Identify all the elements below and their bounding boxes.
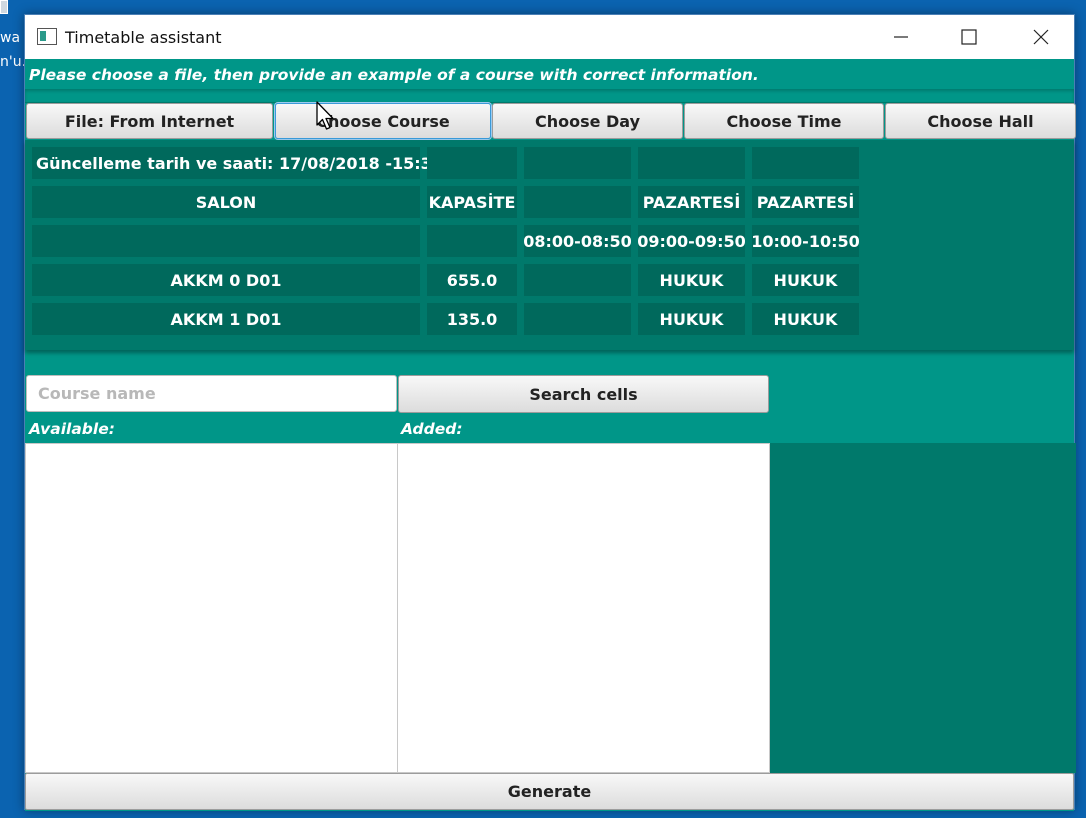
minimize-button[interactable]	[865, 15, 937, 59]
grid-cell[interactable]: PAZARTESİ	[638, 186, 745, 218]
available-list[interactable]	[25, 443, 398, 773]
grid-cell[interactable]	[752, 147, 859, 179]
choose-course-button[interactable]: Choose Course	[275, 103, 491, 139]
grid-cell[interactable]: HUKUK	[638, 303, 745, 335]
grid-cell[interactable]	[427, 225, 517, 257]
minimize-icon	[894, 36, 908, 38]
grid-cell[interactable]: AKKM 0 D01	[32, 264, 420, 296]
grid-cell[interactable]: 10:00-10:50	[751, 225, 860, 257]
course-name-input[interactable]	[26, 375, 397, 412]
grid-cell[interactable]	[427, 147, 517, 179]
file-from-internet-button[interactable]: File: From Internet	[26, 103, 273, 139]
grid-cell[interactable]: KAPASİTE	[427, 186, 517, 218]
app-window-icon	[37, 28, 57, 45]
added-list[interactable]	[397, 443, 770, 773]
added-label: Added:	[401, 420, 463, 438]
grid-cell[interactable]	[524, 147, 631, 179]
close-button[interactable]	[1005, 15, 1077, 59]
grid-cell[interactable]	[638, 147, 745, 179]
divider	[25, 89, 1074, 103]
instruction-text: Please choose a file, then provide an ex…	[29, 66, 759, 84]
search-cells-button[interactable]: Search cells	[398, 375, 769, 413]
window-title: Timetable assistant	[65, 28, 222, 47]
app-window: Timetable assistant Please choose a file…	[24, 14, 1076, 811]
grid-cell[interactable]: HUKUK	[752, 264, 859, 296]
timetable-grid: Güncelleme tarih ve saati: 17/08/2018 -1…	[25, 140, 1074, 350]
maximize-button[interactable]	[933, 15, 1005, 59]
grid-cell[interactable]	[524, 303, 631, 335]
client-area: Please choose a file, then provide an ex…	[25, 59, 1076, 811]
title-bar[interactable]: Timetable assistant	[25, 15, 1074, 59]
grid-cell[interactable]: AKKM 1 D01	[32, 303, 420, 335]
grid-cell[interactable]	[524, 264, 631, 296]
grid-cell[interactable]: 09:00-09:50	[637, 225, 746, 257]
grid-cell[interactable]: 08:00-08:50	[523, 225, 632, 257]
grid-cell[interactable]: 135.0	[427, 303, 517, 335]
generate-button[interactable]: Generate	[25, 773, 1074, 810]
choose-hall-button[interactable]: Choose Hall	[885, 103, 1076, 139]
grid-cell[interactable]: 655.0	[427, 264, 517, 296]
grid-cell[interactable]	[524, 186, 631, 218]
maximize-icon	[961, 29, 977, 45]
choose-day-button[interactable]: Choose Day	[492, 103, 683, 139]
choose-time-button[interactable]: Choose Time	[684, 103, 884, 139]
grid-cell[interactable]: HUKUK	[752, 303, 859, 335]
desktop-label[interactable]: wa	[0, 30, 20, 46]
grid-cell[interactable]: SALON	[32, 186, 420, 218]
grid-cell[interactable]: Güncelleme tarih ve saati: 17/08/2018 -1…	[32, 147, 443, 179]
desktop-icon[interactable]	[0, 0, 8, 14]
grid-cell[interactable]: PAZARTESİ	[752, 186, 859, 218]
grid-cell[interactable]: HUKUK	[638, 264, 745, 296]
side-panel	[770, 443, 1076, 773]
grid-cell[interactable]	[32, 225, 420, 257]
available-label: Available:	[29, 420, 115, 438]
close-icon	[1033, 29, 1049, 45]
